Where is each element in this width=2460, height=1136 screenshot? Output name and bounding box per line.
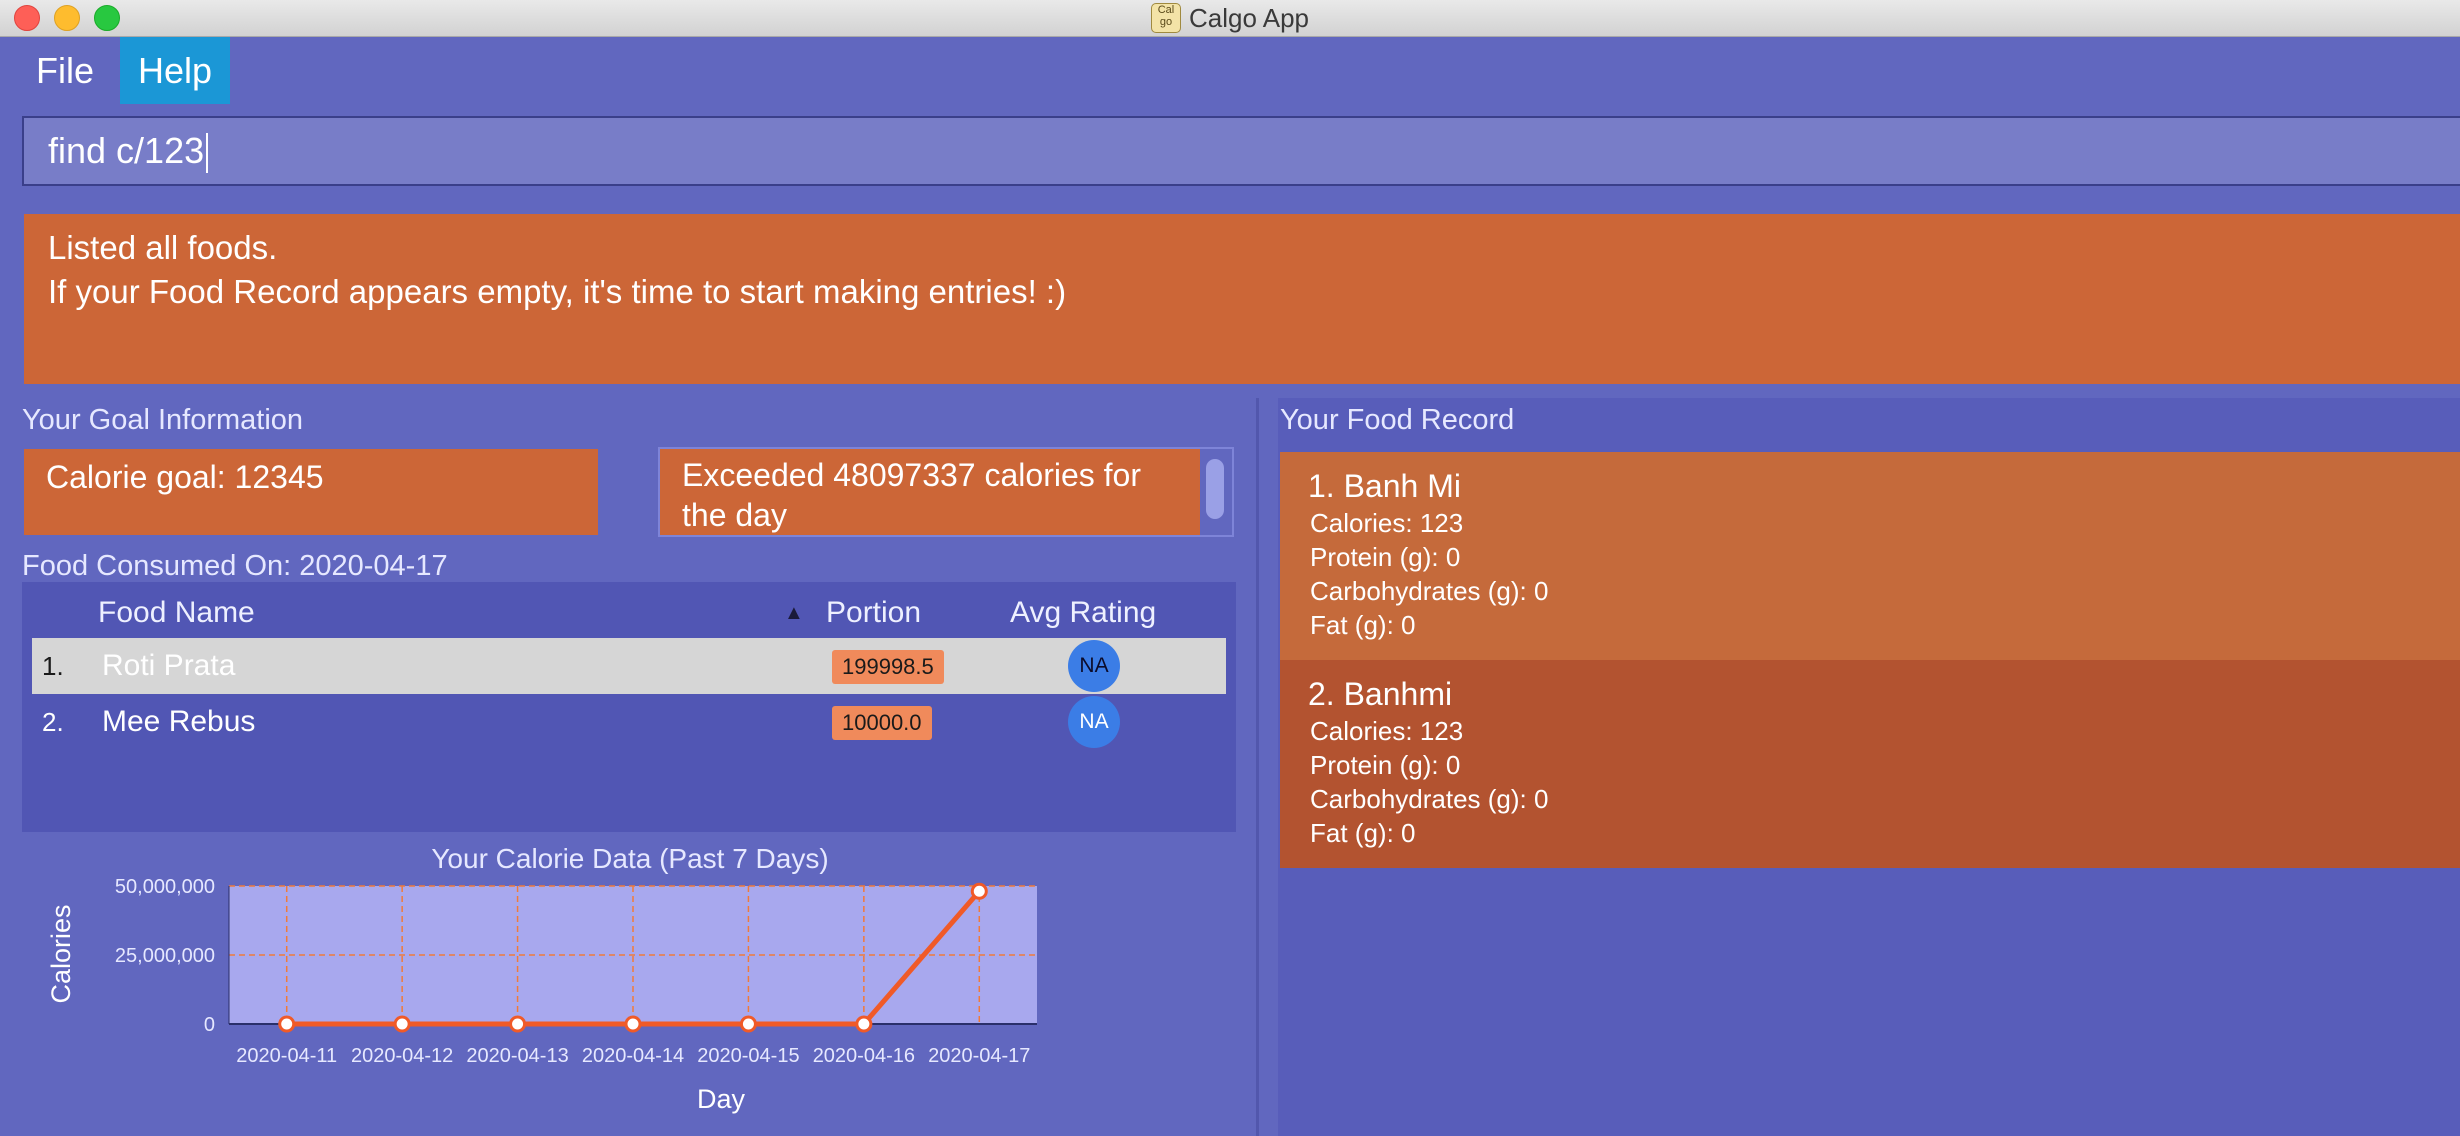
food-card-carbs: Carbohydrates (g): 0: [1310, 784, 1549, 814]
window-title-group: Cal go Calgo App: [0, 0, 2460, 36]
chart-data-point: [509, 1015, 527, 1033]
goal-status-scrollbar[interactable]: [1200, 449, 1232, 535]
chart-xlabel: Day: [697, 1084, 746, 1114]
column-header-avg-rating[interactable]: Avg Rating: [1010, 596, 1156, 630]
food-card-fat: Fat (g): 0: [1310, 610, 1416, 640]
food-card-calories: Calories: 123: [1310, 508, 1464, 538]
sort-ascending-icon[interactable]: ▲: [784, 602, 804, 625]
chart-xtick-label: 2020-04-15: [697, 1045, 799, 1067]
food-card-protein: Protein (g): 0: [1310, 542, 1461, 572]
chart-data-point: [855, 1015, 873, 1033]
column-header-portion[interactable]: Portion: [826, 596, 921, 630]
chart-xtick-label: 2020-04-12: [351, 1045, 453, 1067]
result-display: Listed all foods. If your Food Record ap…: [24, 214, 2460, 384]
chart-ytick-label: 50,000,000: [115, 876, 215, 898]
food-card-fat: Fat (g): 0: [1310, 818, 1416, 848]
chart-data-point: [624, 1015, 642, 1033]
chart-xtick-label: 2020-04-14: [582, 1045, 684, 1067]
food-card-protein: Protein (g): 0: [1310, 750, 1461, 780]
scrollbar-thumb[interactable]: [1206, 459, 1224, 519]
calorie-goal-text: Calorie goal: 12345: [46, 459, 324, 495]
portion-badge: 10000.0: [832, 706, 932, 740]
command-input-text[interactable]: find c/123: [48, 118, 209, 184]
food-card-title: 2. Banhmi: [1308, 676, 1453, 712]
column-header-food-name[interactable]: Food Name: [98, 596, 255, 630]
chart-xtick-label: 2020-04-17: [928, 1045, 1030, 1067]
food-record-title: Your Food Record: [1280, 404, 1515, 436]
chart-xtick-label: 2020-04-13: [466, 1045, 568, 1067]
text-caret: [206, 133, 209, 174]
result-line-2: If your Food Record appears empty, it's …: [48, 273, 1067, 310]
food-card-carbs: Carbohydrates (g): 0: [1310, 576, 1549, 606]
food-card-calories: Calories: 123: [1310, 716, 1464, 746]
calorie-chart-svg: Your Calorie Data (Past 7 Days) Calories…: [46, 843, 1037, 1114]
calgo-app-icon: Cal go: [1151, 3, 1181, 33]
window-titlebar: Cal go Calgo App: [0, 0, 2460, 37]
table-row[interactable]: 1. Roti Prata 199998.5 NA: [32, 638, 1226, 694]
result-message: Listed all foods. If your Food Record ap…: [48, 226, 1066, 314]
chart-ytick-label: 0: [204, 1014, 215, 1036]
calorie-chart: Your Calorie Data (Past 7 Days) Calories…: [24, 836, 1236, 1126]
chart-xtick-label: 2020-04-16: [813, 1045, 915, 1067]
chart-title: Your Calorie Data (Past 7 Days): [431, 843, 828, 874]
chart-data-point: [970, 882, 988, 900]
row-index: 1.: [42, 651, 64, 681]
chart-data-point: [739, 1015, 757, 1033]
food-card-title: 1. Banh Mi: [1308, 468, 1461, 504]
row-index: 2.: [42, 707, 64, 737]
food-name-cell: Mee Rebus: [102, 705, 256, 738]
chart-ytick-label: 25,000,000: [115, 945, 215, 967]
goal-status-box: Exceeded 48097337 calories for the day: [658, 447, 1234, 537]
table-row[interactable]: 2. Mee Rebus 10000.0 NA: [32, 694, 1226, 750]
portion-badge: 199998.5: [832, 650, 944, 684]
menu-help[interactable]: Help: [120, 37, 231, 104]
food-record-card[interactable]: 1. Banh Mi Calories: 123 Protein (g): 0 …: [1280, 452, 2460, 660]
chart-data-point: [278, 1015, 296, 1033]
command-input[interactable]: find c/123: [22, 116, 2460, 186]
goal-status-text: Exceeded 48097337 calories for the day: [682, 457, 1141, 533]
chart-ylabel: Calories: [46, 904, 76, 1003]
rating-badge: NA: [1068, 640, 1120, 692]
food-consumed-title: Food Consumed On: 2020-04-17: [22, 550, 448, 582]
menu-file[interactable]: File: [18, 37, 112, 104]
food-consumed-table: Food Name ▲ Portion Avg Rating 1. Roti P…: [22, 582, 1236, 832]
menu-bar: File Help: [0, 37, 2460, 104]
rating-badge: NA: [1068, 696, 1120, 748]
chart-xtick-label: 2020-04-11: [236, 1045, 337, 1067]
food-name-cell: Roti Prata: [102, 649, 236, 682]
calorie-goal-box: Calorie goal: 12345: [24, 449, 598, 535]
result-line-1: Listed all foods.: [48, 229, 278, 266]
food-record-card[interactable]: 2. Banhmi Calories: 123 Protein (g): 0 C…: [1280, 660, 2460, 868]
goal-section-title: Your Goal Information: [22, 404, 304, 436]
chart-data-point: [393, 1015, 411, 1033]
window-title: Calgo App: [1189, 2, 1309, 33]
